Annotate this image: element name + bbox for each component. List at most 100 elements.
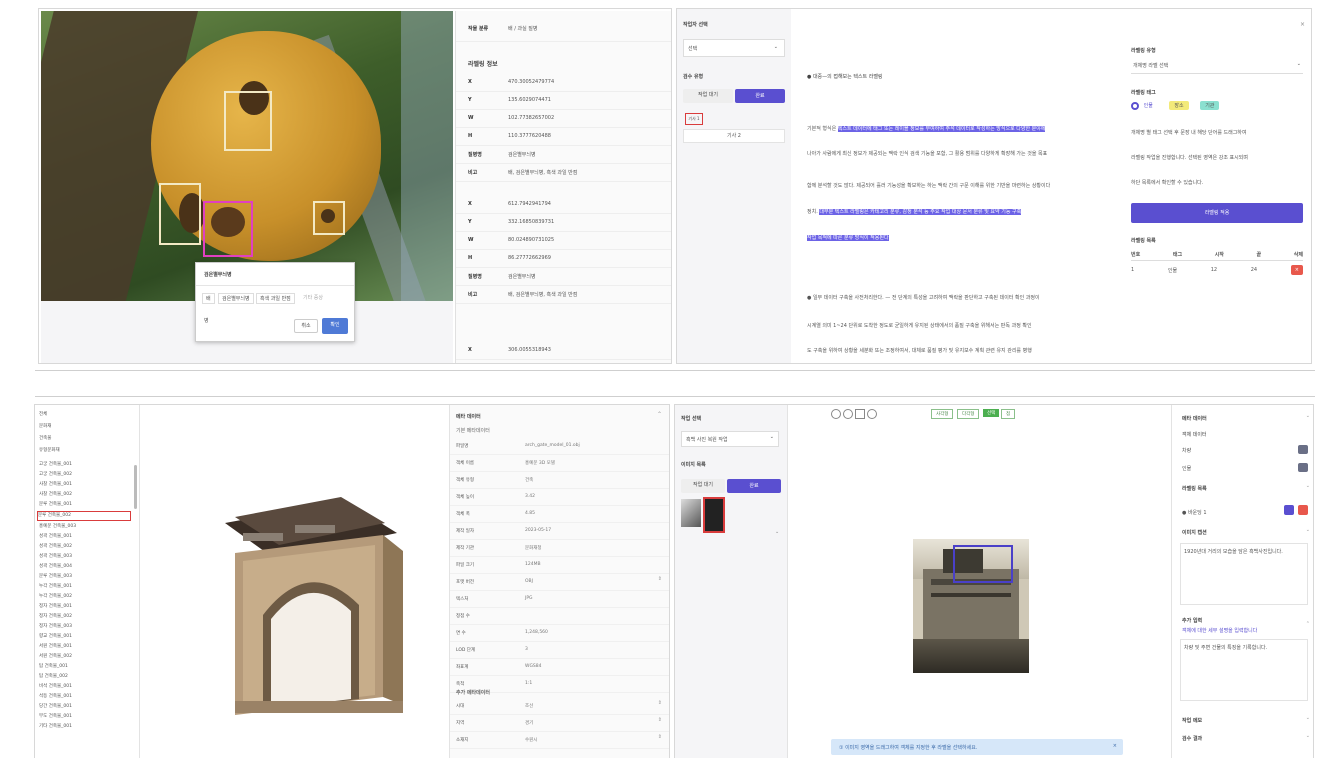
- field-value[interactable]: 3: [525, 647, 528, 652]
- tree-item[interactable]: 비석 건축물_001: [39, 683, 72, 689]
- radio-icon[interactable]: [1131, 101, 1139, 110]
- tree-node[interactable]: 전체: [39, 411, 47, 417]
- list-item[interactable]: 기사 2: [683, 129, 785, 143]
- chevron-down-icon[interactable]: ⌄: [1306, 715, 1310, 721]
- tree-item[interactable]: 고궁 건축물_001: [39, 461, 72, 467]
- tool-button[interactable]: 점: [1001, 409, 1016, 419]
- tree-item[interactable]: 누각 건축물_001: [39, 583, 72, 589]
- 3d-model-viewport[interactable]: [145, 405, 445, 758]
- field-value[interactable]: OBJ: [525, 579, 533, 584]
- delete-button[interactable]: ×: [1290, 265, 1303, 275]
- tree-item[interactable]: 정자 건축물_003: [39, 623, 72, 629]
- bbox-annotation[interactable]: [159, 183, 201, 245]
- label-type-select[interactable]: 개체명 라벨 선택 ⌄: [1131, 59, 1303, 74]
- cancel-button[interactable]: 취소: [294, 319, 318, 333]
- tree-item[interactable]: 성곽 건축물_003: [39, 553, 72, 559]
- tree-item[interactable]: 고궁 건축물_002: [39, 471, 72, 477]
- field-value[interactable]: 건축: [525, 477, 533, 483]
- tree-node[interactable]: 문화재: [39, 423, 51, 429]
- close-icon[interactable]: ×: [1113, 743, 1117, 749]
- tree-item[interactable]: 부도 건축물_001: [39, 713, 72, 719]
- tag-chip[interactable]: 장소: [1169, 101, 1189, 110]
- field-value[interactable]: 문화재청: [525, 545, 542, 551]
- tag-chip[interactable]: 인물: [1144, 101, 1158, 110]
- delete-button[interactable]: [1298, 505, 1308, 515]
- list-item-selected[interactable]: 기사 1: [685, 113, 703, 125]
- chevron-down-icon[interactable]: ⌄: [1306, 733, 1310, 739]
- field-value[interactable]: 조선: [525, 703, 533, 709]
- tree-item[interactable]: 사찰 건축물_002: [39, 491, 72, 497]
- tree-item[interactable]: 정자 건축물_002: [39, 613, 72, 619]
- field-value[interactable]: 3.42: [525, 494, 535, 499]
- bbox-list-item[interactable]: ● 바운딩 1: [1182, 509, 1207, 516]
- tab-done[interactable]: 완료: [735, 89, 785, 103]
- field-value[interactable]: 2023-05-17: [525, 528, 551, 533]
- field-value[interactable]: 1:1: [525, 681, 532, 686]
- tree-item[interactable]: 성곽 건축물_001: [39, 533, 72, 539]
- caption-textarea[interactable]: 1920년대 거리의 모습을 담은 흑백사진입니다.: [1180, 543, 1308, 605]
- field-value[interactable]: 수원시: [525, 737, 537, 743]
- bbox-annotation-selected[interactable]: [203, 201, 253, 257]
- confirm-button[interactable]: 확인: [322, 318, 348, 334]
- tree-item[interactable]: 사찰 건축물_001: [39, 481, 72, 487]
- tree-item[interactable]: 탑 건축물_002: [39, 673, 68, 679]
- tree-item[interactable]: 서원 건축물_002: [39, 653, 72, 659]
- chevron-down-icon[interactable]: ⌄: [1306, 527, 1310, 533]
- toggle-button[interactable]: [1298, 445, 1308, 454]
- bbox-annotation[interactable]: [953, 545, 1013, 583]
- scrollbar[interactable]: [134, 465, 137, 509]
- field-value[interactable]: 124MB: [525, 562, 541, 567]
- chevron-down-icon[interactable]: ⌄: [775, 529, 779, 535]
- tree-item[interactable]: 문루 건축물_001: [39, 501, 72, 507]
- label-chip[interactable]: 검은별무늬병: [218, 293, 254, 304]
- field-value[interactable]: 4.85: [525, 511, 535, 516]
- detail-textarea[interactable]: 차량 및 주변 건물의 특징을 기록합니다.: [1180, 639, 1308, 701]
- toggle-button[interactable]: [1298, 463, 1308, 472]
- stepper-icon[interactable]: ⇕: [658, 717, 662, 723]
- tree-item[interactable]: 성곽 건축물_004: [39, 563, 72, 569]
- image-thumbnail[interactable]: [681, 499, 701, 527]
- text-highlight[interactable]: 작업 목적에 따른 분류 방식이 적용된다: [807, 235, 889, 241]
- label-chip[interactable]: 배: [202, 293, 215, 304]
- chevron-up-icon[interactable]: ⌃: [1306, 621, 1310, 627]
- edit-button[interactable]: [1284, 505, 1294, 515]
- apply-label-button[interactable]: 라벨링 적용: [1131, 203, 1303, 223]
- tool-button-active[interactable]: 선택: [983, 409, 1000, 417]
- text-editor[interactable]: ● 대중—의 접해보는 텍스트 라벨링 기본적 형식은 텍스트 데이터에 태그 …: [795, 9, 1127, 363]
- zoom-out-icon[interactable]: [843, 409, 853, 419]
- tree-item[interactable]: 누각 건축물_002: [39, 593, 72, 599]
- chevron-down-icon[interactable]: ⌄: [1306, 413, 1310, 419]
- tree-item-selected[interactable]: 문루 건축물_002: [37, 511, 131, 521]
- tool-button[interactable]: 다각형: [957, 409, 980, 419]
- chevron-up-icon[interactable]: ⌃: [657, 411, 662, 418]
- stepper-icon[interactable]: ⇕: [658, 576, 662, 582]
- field-value[interactable]: WGS84: [525, 664, 542, 669]
- zoom-in-icon[interactable]: [831, 409, 841, 419]
- worker-select[interactable]: 선택 ⌄: [683, 39, 785, 57]
- field-value[interactable]: JPG: [525, 596, 533, 601]
- tree-item[interactable]: 향교 건축물_001: [39, 633, 72, 639]
- label-input[interactable]: 병: [204, 317, 209, 324]
- tree-item[interactable]: 성곽 건축물_002: [39, 543, 72, 549]
- bbox-annotation[interactable]: [313, 201, 345, 235]
- label-chip[interactable]: 기타 증상: [300, 293, 326, 302]
- task-select[interactable]: 흑백 사진 복원 작업 ⌄: [681, 431, 779, 447]
- tab-done[interactable]: 완료: [727, 479, 781, 493]
- stepper-icon[interactable]: ⇕: [658, 700, 662, 706]
- text-highlight[interactable]: 대부분 텍스트 라벨링은 카테고리 분류, 감정 분석 등 주요 작업 대상 문…: [819, 209, 1022, 215]
- text-highlight[interactable]: 텍스트 데이터에 태그 또는 레이블 정보를 부여하여 주석 데이터로 작성하는…: [837, 126, 1046, 132]
- tree-item[interactable]: 석등 건축물_001: [39, 693, 72, 699]
- tag-chip[interactable]: 기관: [1200, 101, 1220, 110]
- tree-item[interactable]: 서원 건축물_001: [39, 643, 72, 649]
- tab-pending[interactable]: 작업 대기: [683, 89, 733, 103]
- image-thumbnail-selected[interactable]: [703, 497, 725, 533]
- image-canvas[interactable]: [913, 539, 1029, 673]
- field-value[interactable]: 경기: [525, 720, 533, 726]
- tree-node[interactable]: 유형문화재: [39, 447, 60, 453]
- tool-button[interactable]: 사각형: [931, 409, 954, 419]
- tree-item[interactable]: 당간 건축물_001: [39, 703, 72, 709]
- tree-item[interactable]: 문루 건축물_003: [39, 573, 72, 579]
- rotate-icon[interactable]: [867, 409, 877, 419]
- field-value[interactable]: 홍예문 3D 모델: [525, 460, 555, 466]
- tree-item[interactable]: 탑 건축물_001: [39, 663, 68, 669]
